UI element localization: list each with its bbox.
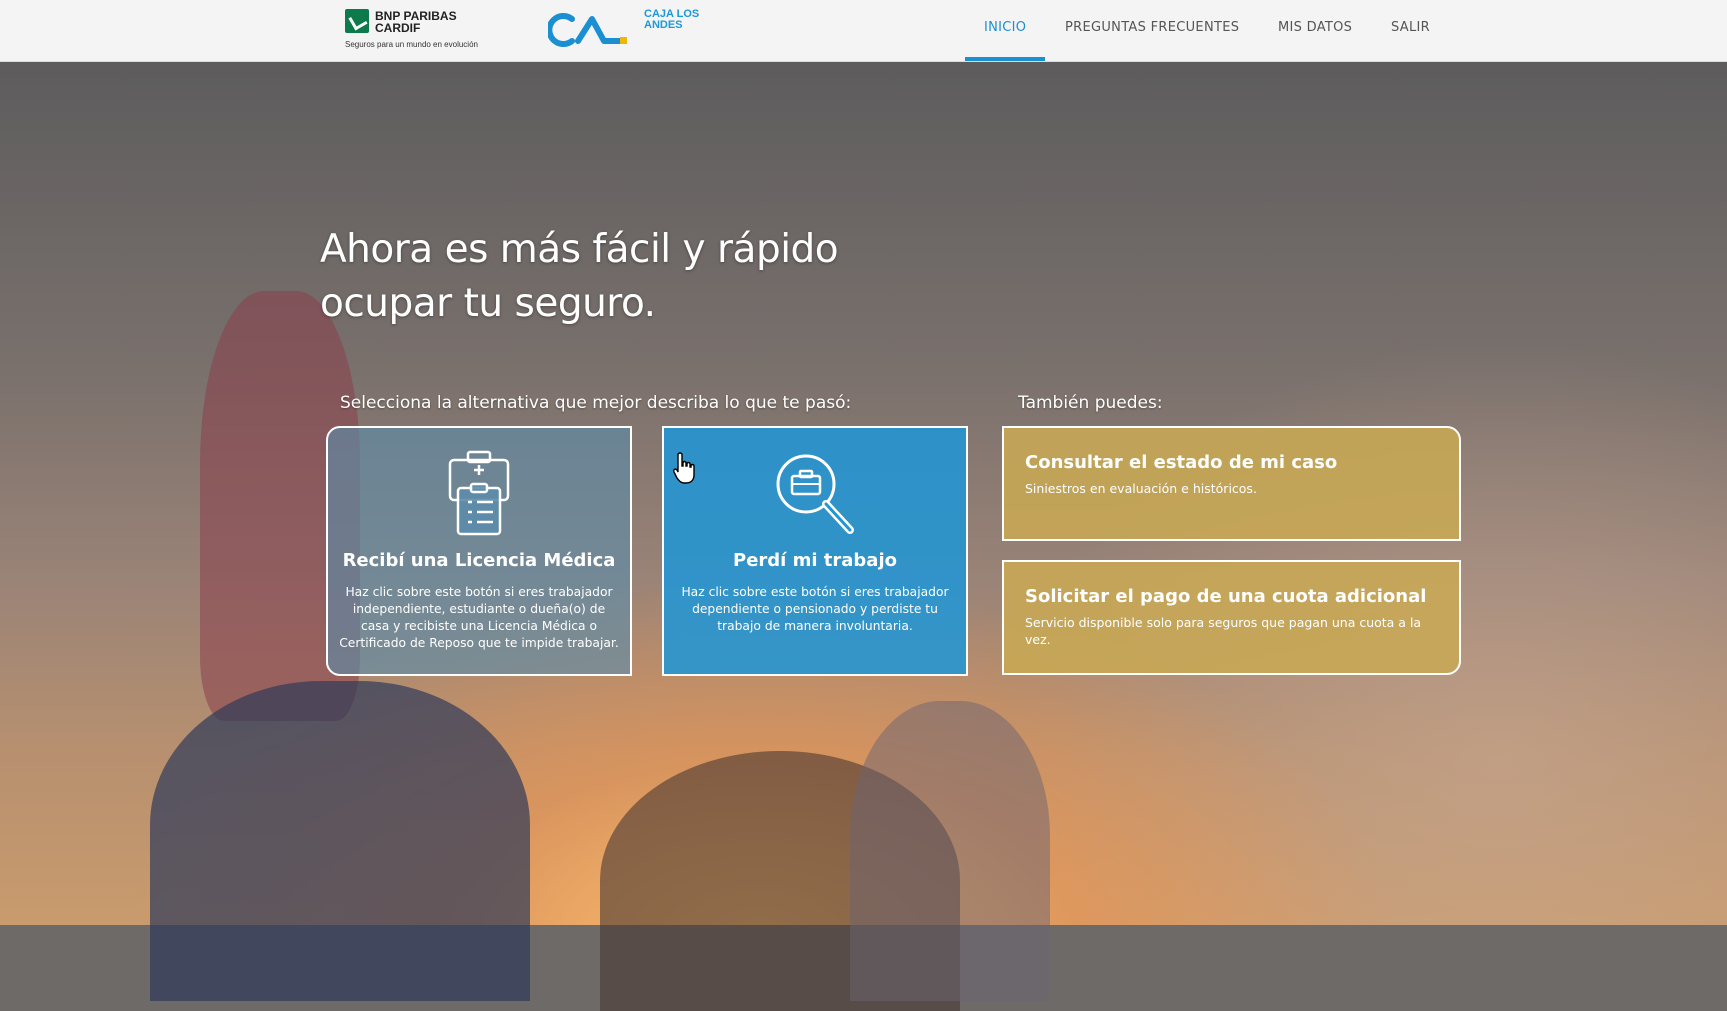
caja-los-andes-logo[interactable]: CAJA LOS ANDES (548, 9, 699, 53)
consultar-estado-description: Siniestros en evaluación e históricos. (1025, 481, 1257, 496)
nav-active-indicator (965, 57, 1045, 61)
also-label: También puedes: (1018, 393, 1163, 413)
caja-los-andes-name: CAJA LOS ANDES (644, 8, 700, 31)
consultar-estado-title: Consultar el estado de mi caso (1025, 452, 1338, 473)
alternatives-label: Selecciona la alternativa que mejor desc… (340, 393, 852, 413)
licencia-medica-card[interactable]: Recibí una Licencia Médica Haz clic sobr… (326, 426, 632, 676)
solicitar-cuota-title: Solicitar el pago de una cuota adicional (1025, 586, 1427, 607)
licencia-medica-title: Recibí una Licencia Médica (342, 550, 616, 571)
consultar-estado-button[interactable]: Consultar el estado de mi caso Siniestro… (1002, 426, 1461, 541)
medical-clipboard-icon (448, 450, 510, 536)
bnp-logo-tagline: Seguros para un mundo en evolución (345, 40, 478, 49)
nav-preguntas-frecuentes[interactable]: PREGUNTAS FRECUENTES (1065, 20, 1239, 35)
nav-mis-datos[interactable]: MIS DATOS (1278, 20, 1352, 35)
nav-salir[interactable]: SALIR (1391, 20, 1430, 35)
solicitar-cuota-description: Servicio disponible solo para seguros qu… (1025, 615, 1422, 647)
top-header: BNP PARIBAS CARDIF Seguros para un mundo… (0, 0, 1727, 62)
solicitar-cuota-button[interactable]: Solicitar el pago de una cuota adicional… (1002, 560, 1461, 675)
job-search-icon (776, 454, 854, 534)
licencia-medica-description: Haz clic sobre este botón si eres trabaj… (339, 585, 619, 650)
perdi-trabajo-description: Haz clic sobre este botón si eres trabaj… (681, 585, 949, 633)
father-silhouette (150, 681, 530, 1001)
bnp-star-icon (345, 9, 369, 33)
caja-los-andes-mark-icon (548, 13, 627, 47)
nav-inicio[interactable]: INICIO (984, 20, 1026, 35)
perdi-trabajo-title: Perdí mi trabajo (733, 550, 897, 571)
perdi-trabajo-card[interactable]: Perdí mi trabajo Haz clic sobre este bot… (662, 426, 968, 676)
boy-silhouette (850, 701, 1050, 1001)
hand-pointer-cursor-icon (673, 452, 695, 484)
bnp-paribas-cardif-logo[interactable]: BNP PARIBAS CARDIF Seguros para un mundo… (345, 9, 495, 51)
bnp-logo-name: BNP PARIBAS CARDIF (375, 9, 457, 35)
hero-title: Ahora es más fácil y rápido ocupar tu se… (320, 227, 839, 326)
